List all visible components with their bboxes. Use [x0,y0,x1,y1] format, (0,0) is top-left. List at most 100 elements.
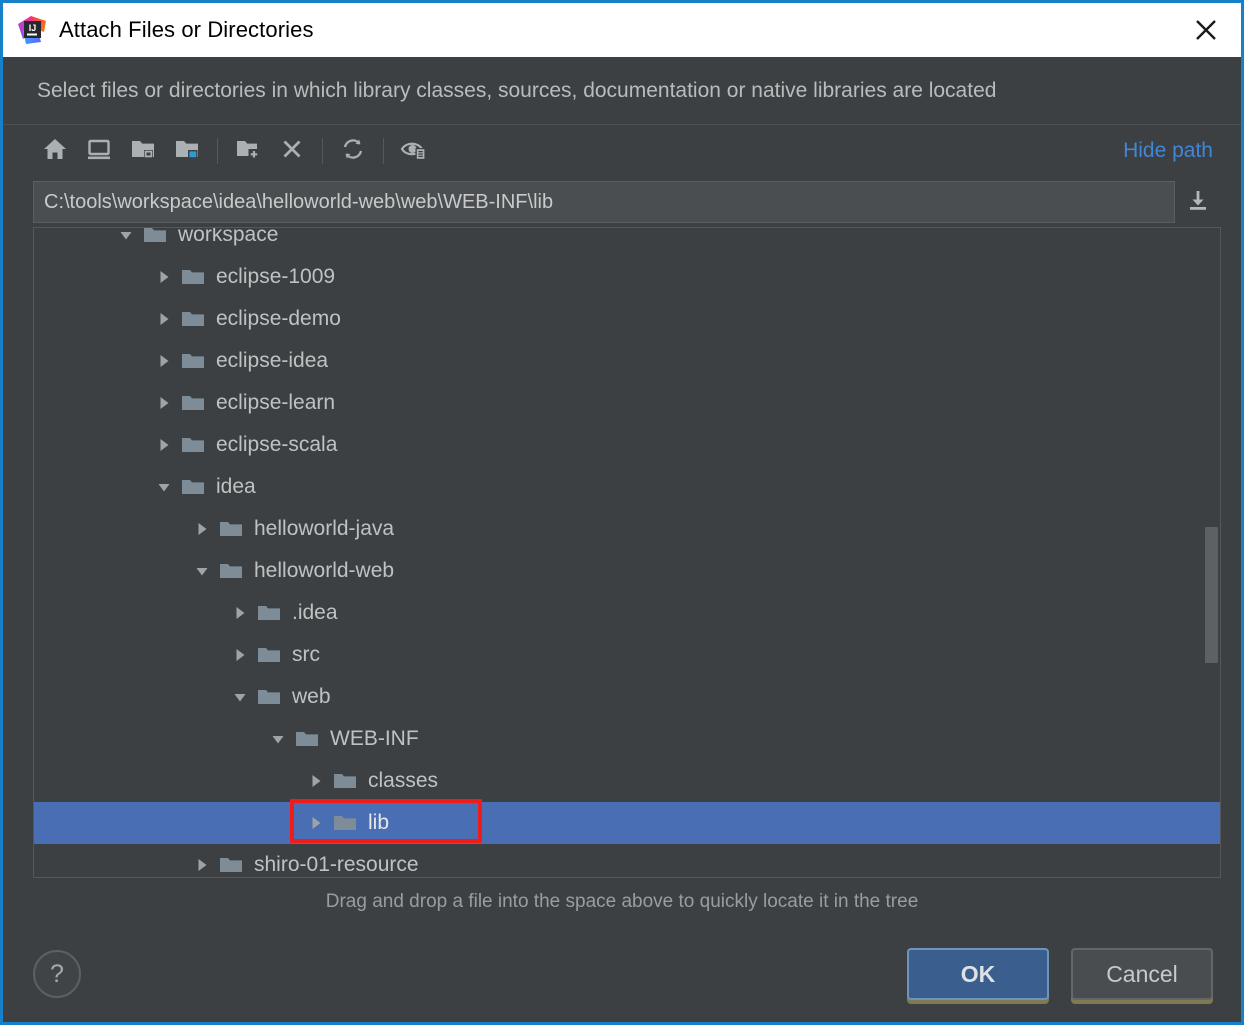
chevron-right-icon[interactable] [150,340,178,382]
refresh-icon [340,136,366,167]
tree-row-label: workspace [178,227,279,246]
tree-row[interactable]: shiro-01-resource [34,844,1220,877]
tree-row-label: idea [216,475,256,498]
tree-row[interactable]: lib [34,802,1220,844]
help-button[interactable]: ? [33,950,81,998]
hide-path-link[interactable]: Hide path [1123,139,1217,163]
svg-text:IJ: IJ [29,23,37,33]
directory-tree: workspace eclipse-1009 eclipse-demo eclipse… [34,227,1220,877]
chevron-right-icon[interactable] [150,424,178,466]
tree-row[interactable]: workspace [34,227,1220,256]
file-chooser-toolbar: Hide path [3,125,1241,177]
tree-row-label: helloworld-web [254,559,395,582]
drag-drop-hint-row: Drag and drop a file into the space abov… [3,878,1241,926]
tree-row[interactable]: src [34,634,1220,676]
chevron-down-icon[interactable] [150,466,178,508]
folder-icon [254,676,284,718]
tree-row[interactable]: web [34,676,1220,718]
folder-icon [178,340,208,382]
dialog-titlebar: IJ Attach Files or Directories [3,3,1241,57]
tree-row-label: eclipse-1009 [216,265,336,288]
tree-scrollbar-thumb[interactable] [1205,526,1218,663]
path-input-value: C:\tools\workspace\idea\helloworld-web\w… [44,190,554,213]
tree-row[interactable]: eclipse-learn [34,382,1220,424]
ok-button[interactable]: OK [907,948,1049,1000]
folder-icon [216,550,246,592]
tree-row[interactable]: helloworld-java [34,508,1220,550]
desktop-button[interactable] [77,131,121,171]
insert-path-icon [1185,187,1211,218]
new-folder-button[interactable] [226,131,270,171]
tree-row-label: web [292,685,331,708]
show-hidden-files-icon [400,136,428,167]
refresh-button[interactable] [331,131,375,171]
chevron-down-icon[interactable] [264,718,292,760]
folder-collapse-icon [130,136,156,167]
folder-icon [216,508,246,550]
folder-icon [178,466,208,508]
chevron-right-icon[interactable] [302,760,330,802]
chevron-right-icon[interactable] [226,592,254,634]
folder-icon [330,760,360,802]
folder-icon [292,718,322,760]
close-x-icon [279,136,305,167]
close-icon[interactable] [1189,13,1223,47]
tree-row-label: .idea [292,601,338,624]
collapse-all-button[interactable] [121,131,165,171]
home-icon [42,136,68,167]
tree-row-label: eclipse-scala [216,433,338,456]
new-folder-icon [235,136,261,167]
tree-row-label: shiro-01-resource [254,853,419,876]
tree-row[interactable]: .idea [34,592,1220,634]
folder-icon [330,802,360,844]
intellij-idea-logo-icon: IJ [17,15,47,45]
folder-icon [178,298,208,340]
home-button[interactable] [33,131,77,171]
chevron-down-icon[interactable] [112,228,140,256]
chevron-down-icon[interactable] [188,550,216,592]
toolbar-separator [322,138,323,164]
tree-scrollbar[interactable] [1205,228,1218,877]
chevron-right-icon[interactable] [188,844,216,877]
dialog-footer: ? OK Cancel [3,926,1241,1022]
dialog-title: Attach Files or Directories [59,17,314,42]
tree-row[interactable]: eclipse-scala [34,424,1220,466]
folder-icon [216,844,246,877]
tree-row[interactable]: classes [34,760,1220,802]
toolbar-separator [383,138,384,164]
insert-path-button[interactable] [1175,181,1221,223]
question-mark-icon: ? [50,959,64,988]
tree-row-label: helloworld-java [254,517,395,540]
path-input[interactable]: C:\tools\workspace\idea\helloworld-web\w… [33,181,1175,223]
directory-tree-panel[interactable]: workspace eclipse-1009 eclipse-demo eclipse… [33,227,1221,878]
tree-row[interactable]: eclipse-idea [34,340,1220,382]
tree-row[interactable]: eclipse-demo [34,298,1220,340]
tree-row-label: src [292,643,320,666]
tree-row[interactable]: idea [34,466,1220,508]
show-hidden-button[interactable] [392,131,436,171]
chevron-right-icon[interactable] [188,508,216,550]
cancel-button[interactable]: Cancel [1071,948,1213,1000]
delete-button[interactable] [270,131,314,171]
chevron-right-icon[interactable] [150,382,178,424]
attach-files-dialog: IJ Attach Files or Directories Select fi… [0,0,1244,1025]
chevron-right-icon[interactable] [150,256,178,298]
project-folder-button[interactable] [165,131,209,171]
chevron-right-icon[interactable] [226,634,254,676]
dialog-subtitle: Select files or directories in which lib… [37,78,997,102]
folder-icon [140,228,170,256]
chevron-right-icon[interactable] [150,298,178,340]
folder-icon [178,256,208,298]
chevron-down-icon[interactable] [226,676,254,718]
dialog-subtitle-bar: Select files or directories in which lib… [3,57,1241,125]
tree-row-label: classes [368,769,439,792]
chevron-right-icon[interactable] [302,802,330,844]
tree-row-label: eclipse-idea [216,349,329,372]
folder-icon [254,634,284,676]
tree-row[interactable]: helloworld-web [34,550,1220,592]
tree-row[interactable]: eclipse-1009 [34,256,1220,298]
tree-row[interactable]: WEB-INF [34,718,1220,760]
folder-icon [178,424,208,466]
toolbar-separator [217,138,218,164]
drag-drop-hint: Drag and drop a file into the space abov… [325,891,919,912]
